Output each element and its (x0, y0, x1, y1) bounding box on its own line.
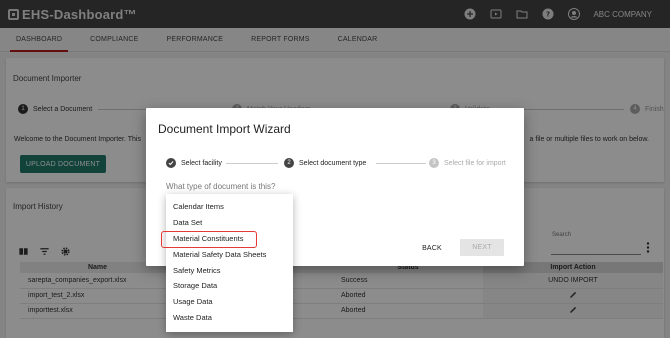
wizard-stepper: Select facility 2 Select document type 3… (166, 158, 516, 170)
menu-item-msds[interactable]: Material Safety Data Sheets (166, 246, 293, 262)
step-label: Select facility (181, 159, 222, 167)
step-label: Select document type (299, 159, 367, 167)
next-button[interactable]: NEXT (460, 239, 504, 256)
step-number: 3 (429, 158, 439, 168)
wizard-step-facility[interactable]: Select facility (166, 158, 222, 168)
wizard-step-document-type: 2 Select document type (284, 158, 366, 168)
step-number: 2 (284, 158, 294, 168)
document-type-menu: Calendar Items Data Set Material Constit… (161, 194, 293, 332)
menu-item-data-set[interactable]: Data Set (166, 215, 293, 231)
menu-item-usage-data[interactable]: Usage Data (166, 294, 293, 310)
menu-item-calendar-items[interactable]: Calendar Items (166, 199, 293, 215)
back-button[interactable]: BACK (412, 240, 452, 256)
step-connector (376, 163, 426, 164)
menu-item-safety-metrics[interactable]: Safety Metrics (166, 262, 293, 278)
menu-item-storage-data[interactable]: Storage Data (166, 278, 293, 294)
step-label: Select file for import (444, 159, 506, 167)
menu-item-material-constituents[interactable]: Material Constituents (161, 230, 293, 248)
check-icon (166, 158, 176, 168)
document-type-select-label[interactable]: What type of document is this? (166, 182, 275, 191)
wizard-step-file: 3 Select file for import (429, 158, 506, 168)
dialog-title: Document Import Wizard (158, 122, 291, 136)
step-connector (226, 163, 278, 164)
menu-item-waste-data[interactable]: Waste Data (166, 310, 293, 326)
